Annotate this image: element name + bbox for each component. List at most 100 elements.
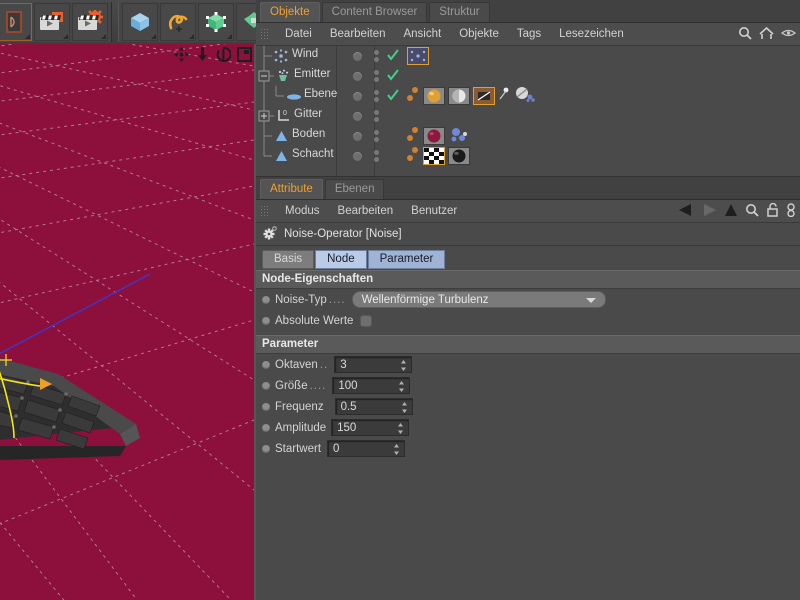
visibility-dot[interactable] bbox=[352, 151, 362, 161]
object-row-boden[interactable]: Boden bbox=[256, 126, 800, 146]
spline-button[interactable] bbox=[160, 3, 196, 41]
subtab-basis[interactable]: Basis bbox=[262, 249, 315, 269]
enabled-check-icon[interactable] bbox=[384, 88, 402, 104]
tag-blue-cluster[interactable] bbox=[448, 126, 470, 147]
up-arrow-icon[interactable] bbox=[724, 203, 738, 220]
visibility-dot[interactable] bbox=[352, 131, 362, 141]
render-view-button[interactable] bbox=[34, 3, 70, 41]
visibility-dot[interactable] bbox=[352, 71, 362, 81]
animation-track-bullet[interactable] bbox=[262, 295, 270, 304]
object-row-ebene[interactable]: Ebene bbox=[256, 86, 800, 106]
flyout-corner bbox=[25, 34, 30, 39]
menu-bearbeiten[interactable]: Bearbeiten bbox=[321, 23, 395, 45]
editor-visibility-dot[interactable] bbox=[373, 50, 379, 55]
animation-track-bullet[interactable] bbox=[262, 316, 270, 325]
visibility-dot[interactable] bbox=[352, 91, 362, 101]
visibility-dot[interactable] bbox=[352, 51, 362, 61]
render-visibility-dot[interactable] bbox=[373, 97, 379, 102]
tag-black-material[interactable] bbox=[448, 147, 470, 165]
tag-tilt-material[interactable] bbox=[513, 86, 537, 107]
menu-benutzer[interactable]: Benutzer bbox=[402, 200, 466, 222]
menu-modus[interactable]: Modus bbox=[276, 200, 329, 222]
visibility-dot[interactable] bbox=[352, 111, 362, 121]
seed-field[interactable]: 0 bbox=[327, 440, 406, 457]
field-row-seed: Startwert 0 bbox=[256, 438, 800, 459]
editor-visibility-dot[interactable] bbox=[373, 110, 379, 115]
object-row-schacht[interactable]: Schacht bbox=[256, 146, 800, 166]
dolly-view-icon[interactable] bbox=[194, 46, 210, 62]
object-row-emitter[interactable]: Emitter bbox=[256, 66, 800, 86]
enabled-check-icon[interactable] bbox=[384, 48, 402, 64]
animation-track-bullet[interactable] bbox=[262, 402, 270, 411]
tab-ebenen[interactable]: Ebenen bbox=[324, 179, 385, 199]
animation-track-bullet[interactable] bbox=[262, 381, 270, 390]
animation-track-bullet[interactable] bbox=[262, 444, 270, 453]
subtab-parameter[interactable]: Parameter bbox=[367, 249, 446, 269]
tag-checker-material[interactable] bbox=[423, 147, 445, 165]
tag-dots[interactable] bbox=[406, 86, 420, 107]
menu-lesezeichen[interactable]: Lesezeichen bbox=[550, 23, 633, 45]
render-settings-button[interactable] bbox=[72, 3, 108, 41]
object-row-wind[interactable]: Wind bbox=[256, 46, 800, 66]
maximize-view-icon[interactable] bbox=[236, 46, 252, 62]
tab-attribute[interactable]: Attribute bbox=[260, 179, 323, 199]
tag-orange-material[interactable] bbox=[423, 87, 445, 105]
tab-content-browser[interactable]: Content Browser bbox=[321, 2, 428, 22]
absolute-values-checkbox[interactable] bbox=[360, 314, 373, 327]
animation-track-bullet[interactable] bbox=[262, 423, 270, 432]
menu-datei[interactable]: Datei bbox=[276, 23, 321, 45]
tag-white-material[interactable] bbox=[448, 87, 470, 105]
tag-texture-axis[interactable] bbox=[473, 87, 495, 105]
menu-ansicht[interactable]: Ansicht bbox=[394, 23, 450, 45]
frequency-field[interactable]: 0.5 bbox=[334, 398, 413, 415]
render-visibility-dot[interactable] bbox=[373, 57, 379, 62]
generator-button[interactable] bbox=[198, 3, 234, 41]
subtab-node[interactable]: Node bbox=[315, 249, 367, 269]
drag-grip-icon[interactable] bbox=[260, 28, 270, 40]
pan-view-icon[interactable] bbox=[173, 46, 189, 62]
render-visibility-dot[interactable] bbox=[373, 137, 379, 142]
object-row-gitter[interactable]: 0 Gitter bbox=[256, 106, 800, 126]
tag-red-material[interactable] bbox=[423, 127, 445, 145]
render-visibility-dot[interactable] bbox=[373, 77, 379, 82]
menu-objekte[interactable]: Objekte bbox=[450, 23, 508, 45]
spinner-icon[interactable] bbox=[393, 443, 400, 456]
animation-track-bullet[interactable] bbox=[262, 360, 270, 369]
spinner-icon[interactable] bbox=[400, 359, 407, 372]
search-icon[interactable] bbox=[745, 203, 759, 220]
tag-dots[interactable] bbox=[406, 126, 420, 147]
spinner-icon[interactable] bbox=[398, 380, 405, 393]
undo-button[interactable] bbox=[0, 3, 32, 41]
cube-primitive-button[interactable] bbox=[122, 3, 158, 41]
tab-objekte[interactable]: Objekte bbox=[260, 2, 320, 22]
spinner-icon[interactable] bbox=[401, 401, 408, 414]
home-icon[interactable] bbox=[759, 26, 774, 43]
size-field[interactable]: 100 bbox=[332, 377, 411, 394]
viewport-3d[interactable] bbox=[0, 44, 256, 600]
editor-visibility-dot[interactable] bbox=[373, 70, 379, 75]
rotate-view-icon[interactable] bbox=[215, 46, 231, 62]
lock-icon[interactable] bbox=[766, 202, 779, 220]
spinner-icon[interactable] bbox=[397, 422, 404, 435]
drag-grip-icon[interactable] bbox=[260, 205, 270, 217]
noise-type-dropdown[interactable]: Wellenförmige Turbulenz bbox=[351, 291, 606, 308]
render-visibility-dot[interactable] bbox=[373, 117, 379, 122]
editor-visibility-dot[interactable] bbox=[373, 130, 379, 135]
search-icon[interactable] bbox=[738, 26, 752, 43]
back-arrow-icon[interactable] bbox=[678, 203, 694, 220]
editor-visibility-dot[interactable] bbox=[373, 90, 379, 95]
amplitude-field[interactable]: 150 bbox=[331, 419, 410, 436]
tag-dots[interactable] bbox=[406, 146, 420, 167]
menu-bearbeiten[interactable]: Bearbeiten bbox=[329, 200, 403, 222]
enabled-check-icon[interactable] bbox=[384, 68, 402, 84]
link-icon[interactable] bbox=[786, 202, 796, 220]
eye-icon[interactable] bbox=[780, 27, 797, 42]
tag-selected-particle[interactable] bbox=[407, 47, 429, 65]
tab-struktur[interactable]: Struktur bbox=[429, 2, 490, 22]
forward-arrow-icon[interactable] bbox=[701, 203, 717, 220]
editor-visibility-dot[interactable] bbox=[373, 150, 379, 155]
octaves-field[interactable]: 3 bbox=[334, 356, 413, 373]
tag-point-handle-icon[interactable] bbox=[498, 87, 510, 106]
render-visibility-dot[interactable] bbox=[373, 157, 379, 162]
menu-tags[interactable]: Tags bbox=[508, 23, 550, 45]
